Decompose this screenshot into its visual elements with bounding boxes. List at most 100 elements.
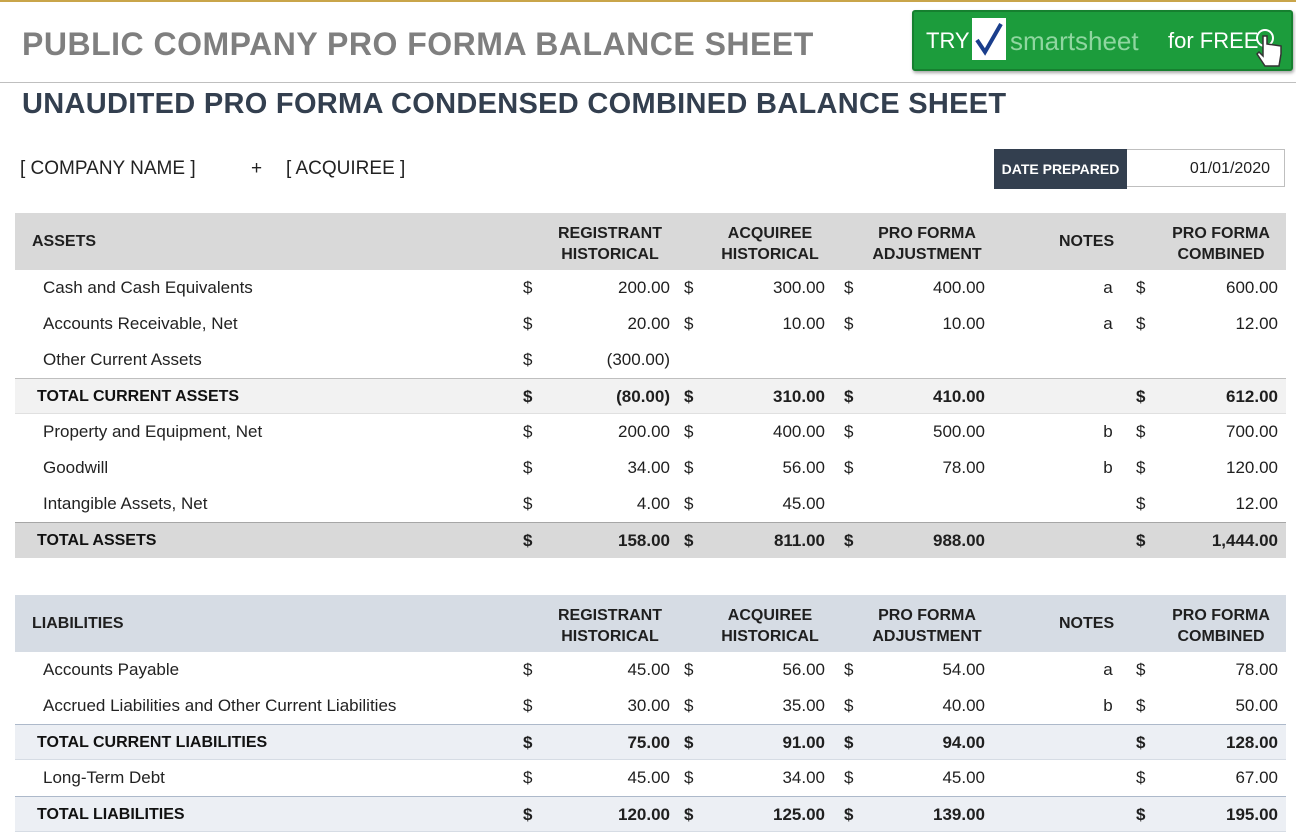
combined-value-cell[interactable]: 78.00 — [1145, 652, 1278, 688]
adjustment-value-cell[interactable]: 10.00 — [855, 306, 985, 342]
currency-symbol: $ — [684, 458, 694, 477]
table-row: Other Current Assets $ (300.00) — [15, 342, 1286, 378]
for-free-label: for FREE — [1168, 28, 1259, 53]
acquiree-value-cell[interactable]: 400.00 — [695, 414, 825, 450]
registrant-value-cell[interactable]: 4.00 — [535, 486, 670, 522]
currency-symbol: $ — [523, 494, 533, 513]
combined-value-cell[interactable]: 1,444.00 — [1145, 523, 1278, 559]
col-label-line: ADJUSTMENT — [872, 628, 982, 645]
adjustment-value-cell[interactable]: 40.00 — [855, 688, 985, 724]
currency-symbol: $ — [523, 314, 533, 333]
note-cell[interactable]: a — [1098, 306, 1118, 342]
total-row: TOTAL LIABILITIES $120.00 $125.00 $139.00 $1… — [15, 796, 1286, 832]
row-label: TOTAL ASSETS — [37, 532, 157, 549]
registrant-value-cell[interactable]: 45.00 — [535, 760, 670, 796]
acquiree-value-cell[interactable]: 91.00 — [695, 725, 825, 761]
combined-value-cell[interactable]: 12.00 — [1145, 306, 1278, 342]
currency-symbol: $ — [684, 805, 694, 824]
combined-value-cell[interactable]: 600.00 — [1145, 270, 1278, 306]
currency-symbol: $ — [523, 805, 533, 824]
col-label-line: PRO FORMA — [1172, 225, 1270, 242]
acquiree-value-cell[interactable]: 45.00 — [695, 486, 825, 522]
combined-value-cell[interactable]: 50.00 — [1145, 688, 1278, 724]
acquiree-value-cell[interactable]: 300.00 — [695, 270, 825, 306]
currency-symbol: $ — [523, 422, 533, 441]
acquiree-value-cell[interactable]: 56.00 — [695, 652, 825, 688]
note-cell[interactable]: b — [1098, 414, 1118, 450]
currency-symbol: $ — [844, 733, 854, 752]
combined-value-cell[interactable]: 128.00 — [1145, 725, 1278, 761]
table-row: Accounts Payable $45.00 $56.00 $54.00 a $78.0… — [15, 652, 1286, 688]
adjustment-value-cell[interactable]: 410.00 — [855, 379, 985, 415]
sheet-subtitle: UNAUDITED PRO FORMA CONDENSED COMBINED B… — [22, 88, 1007, 120]
combined-value-cell[interactable]: 612.00 — [1145, 379, 1278, 415]
acquiree-value-cell[interactable]: 10.00 — [695, 306, 825, 342]
acquiree-value-cell[interactable]: 125.00 — [695, 797, 825, 833]
adjustment-value-cell[interactable]: 500.00 — [855, 414, 985, 450]
try-smartsheet-button[interactable]: TRY smartsheet for FREE — [912, 10, 1293, 71]
currency-symbol: $ — [844, 696, 854, 715]
col-pro-forma-adjustment: PRO FORMA ADJUSTMENT — [867, 223, 987, 265]
currency-symbol: $ — [844, 458, 854, 477]
currency-symbol: $ — [523, 660, 533, 679]
date-prepared-value[interactable]: 01/01/2020 — [1127, 149, 1285, 187]
currency-symbol: $ — [684, 278, 694, 297]
note-cell[interactable]: b — [1098, 688, 1118, 724]
adjustment-value-cell[interactable]: 45.00 — [855, 760, 985, 796]
adjustment-value-cell[interactable]: 988.00 — [855, 523, 985, 559]
acquiree-value-cell[interactable]: 34.00 — [695, 760, 825, 796]
col-label-line: HISTORICAL — [561, 628, 659, 645]
assets-header-row: ASSETS REGISTRANT HISTORICAL ACQUIREE HI… — [15, 213, 1286, 270]
acquiree-value-cell[interactable]: 56.00 — [695, 450, 825, 486]
adjustment-value-cell[interactable]: 78.00 — [855, 450, 985, 486]
company-name-field[interactable]: [ COMPANY NAME ] — [20, 158, 196, 180]
col-registrant-historical: REGISTRANT HISTORICAL — [555, 605, 665, 647]
col-label-line: COMBINED — [1177, 246, 1265, 263]
row-label: Cash and Cash Equivalents — [43, 278, 253, 297]
note-cell[interactable]: b — [1098, 450, 1118, 486]
currency-symbol: $ — [844, 314, 854, 333]
acquiree-name-field[interactable]: [ ACQUIREE ] — [286, 158, 405, 180]
combined-value-cell[interactable]: 195.00 — [1145, 797, 1278, 833]
table-row: Property and Equipment, Net $200.00 $400.0… — [15, 414, 1286, 450]
row-label: Long-Term Debt — [43, 768, 165, 787]
adjustment-value-cell[interactable]: 400.00 — [855, 270, 985, 306]
registrant-value-cell[interactable]: 158.00 — [535, 523, 670, 559]
note-cell[interactable]: a — [1098, 270, 1118, 306]
currency-symbol: $ — [684, 696, 694, 715]
currency-symbol: $ — [844, 278, 854, 297]
acquiree-value-cell[interactable]: 310.00 — [695, 379, 825, 415]
registrant-value-cell[interactable]: 30.00 — [535, 688, 670, 724]
combined-value-cell[interactable]: 67.00 — [1145, 760, 1278, 796]
note-cell[interactable]: a — [1098, 652, 1118, 688]
col-label-line: REGISTRANT — [558, 225, 662, 242]
combined-value-cell[interactable]: 700.00 — [1145, 414, 1278, 450]
adjustment-value-cell[interactable]: 139.00 — [855, 797, 985, 833]
acquiree-value-cell[interactable]: 35.00 — [695, 688, 825, 724]
liabilities-rows: Accounts Payable $45.00 $56.00 $54.00 a $78.0… — [15, 652, 1286, 832]
assets-section: ASSETS REGISTRANT HISTORICAL ACQUIREE HI… — [15, 213, 1286, 558]
registrant-value-cell[interactable]: 20.00 — [535, 306, 670, 342]
row-label: Property and Equipment, Net — [43, 422, 263, 441]
currency-symbol: $ — [523, 278, 533, 297]
registrant-value-cell[interactable]: 200.00 — [535, 414, 670, 450]
currency-symbol: $ — [844, 387, 854, 406]
registrant-value-cell[interactable]: 34.00 — [535, 450, 670, 486]
registrant-value-cell[interactable]: 120.00 — [535, 797, 670, 833]
liabilities-header-row: LIABILITIES REGISTRANT HISTORICAL ACQUIR… — [15, 595, 1286, 652]
row-label: TOTAL CURRENT LIABILITIES — [37, 734, 268, 751]
registrant-value-cell[interactable]: (300.00) — [535, 342, 670, 378]
registrant-value-cell[interactable]: 45.00 — [535, 652, 670, 688]
currency-symbol: $ — [684, 494, 694, 513]
registrant-value-cell[interactable]: (80.00) — [535, 379, 670, 415]
combined-value-cell[interactable]: 12.00 — [1145, 486, 1278, 522]
adjustment-value-cell[interactable]: 54.00 — [855, 652, 985, 688]
combined-value-cell[interactable]: 120.00 — [1145, 450, 1278, 486]
registrant-value-cell[interactable]: 75.00 — [535, 725, 670, 761]
col-label-line: HISTORICAL — [721, 246, 819, 263]
table-row: Intangible Assets, Net $4.00 $45.00 $12.00 — [15, 486, 1286, 522]
col-registrant-historical: REGISTRANT HISTORICAL — [555, 223, 665, 265]
acquiree-value-cell[interactable]: 811.00 — [695, 523, 825, 559]
adjustment-value-cell[interactable]: 94.00 — [855, 725, 985, 761]
registrant-value-cell[interactable]: 200.00 — [535, 270, 670, 306]
